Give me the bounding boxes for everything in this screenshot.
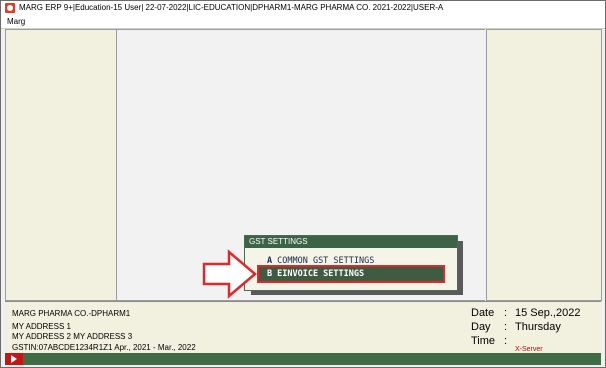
gst-menu-header: GST SETTINGS [245,236,457,248]
menu-bar: Marg [1,16,605,29]
right-panel [486,29,602,301]
status-strip [5,353,601,365]
day-colon: : [504,321,508,333]
company-gstin: GSTIN:07ABCDE1234R1Z1 Apr., 2021 - Mar.,… [12,343,196,352]
window-title: MARG ERP 9+|Education-15 User| 22-07-202… [19,3,444,12]
company-info-panel: MARG PHARMA CO.-DPHARM1 MY ADDRESS 1 MY … [5,301,601,354]
option-label: EINVOICE SETTINGS [277,269,365,279]
menu-option-common-gst-settings[interactable]: A COMMON GST SETTINGS [259,254,443,268]
date-value: 15 Sep.,2022 [515,307,581,319]
date-colon: : [504,307,508,319]
time-colon: : [504,335,508,347]
option-hotkey: A [267,256,273,266]
gst-settings-menu: GST SETTINGS A COMMON GST SETTINGS B EINVO… [244,235,458,291]
company-address-2: MY ADDRESS 2 MY ADDRESS 3 [12,332,133,341]
company-address-1: MY ADDRESS 1 [12,322,71,331]
server-label: X-Server [515,346,543,353]
option-hotkey: B [267,269,273,279]
day-label: Day [471,321,491,333]
company-name: MARG PHARMA CO.-DPHARM1 [12,309,131,318]
time-label: Time [471,335,496,347]
left-panel [5,29,117,301]
gst-menu-title: GST SETTINGS [249,237,308,246]
play-icon[interactable] [5,353,23,365]
app-window: MARG ERP 9+|Education-15 User| 22-07-202… [0,0,606,368]
option-label: COMMON GST SETTINGS [277,256,375,266]
day-value: Thursday [515,321,561,333]
menu-item-marg[interactable]: Marg [7,16,25,28]
date-label: Date [471,307,495,319]
app-icon [5,3,15,13]
menu-option-einvoice-settings[interactable]: B EINVOICE SETTINGS [257,265,445,283]
title-bar: MARG ERP 9+|Education-15 User| 22-07-202… [1,1,605,16]
pointer-arrow-icon [202,249,257,299]
